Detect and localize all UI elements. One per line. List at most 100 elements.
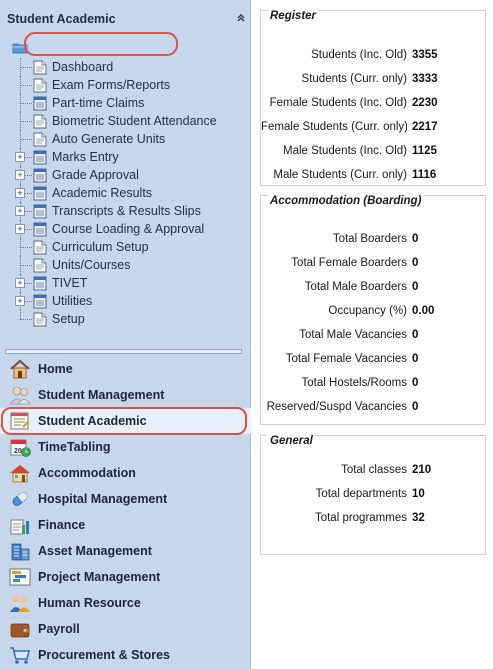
form-icon [33,150,47,165]
document-icon [33,60,47,75]
stat-row: Female Students (Inc. Old) 2230 [261,97,487,113]
module-item[interactable]: Home [0,356,251,382]
tree-item-label: Biometric Student Attendance [52,114,217,128]
module-label: Finance [38,518,86,532]
module-label: Asset Management [38,544,152,558]
form-icon [33,222,47,237]
tree-item[interactable]: Auto Generate Units [0,130,251,148]
stat-row: Male Students (Inc. Old) 1125 [261,145,487,161]
tree-item-label: Grade Approval [52,168,139,182]
tree-item-label: Setup [52,312,85,326]
tree-item[interactable]: Biometric Student Attendance [0,112,251,130]
expand-plus-icon[interactable]: + [15,188,25,198]
tree-item[interactable]: + Utilities [0,292,251,310]
module-label: TimeTabling [38,440,111,454]
document-icon [33,240,47,255]
tree-connector [20,310,21,319]
stat-label: Occupancy (%) [328,305,407,317]
accommodation-group: Accommodation (Boarding) Total Boarders 0… [260,195,486,425]
module-label: Procurement & Stores [38,648,170,662]
tree-item[interactable]: Setup [0,310,251,328]
stat-label: Total Female Vacancies [285,353,407,365]
stat-label: Male Students (Inc. Old) [283,145,407,157]
tree-item-label: Units/Courses [52,258,131,272]
stat-row: Total Female Vacancies 0 [261,353,487,369]
expand-plus-icon[interactable]: + [15,206,25,216]
stat-row: Total Male Boarders 0 [261,281,487,297]
group-title: Register [268,10,319,22]
stat-value: 10 [412,488,425,500]
stat-row: Total Hostels/Rooms 0 [261,377,487,393]
module-item[interactable]: Finance [0,512,251,538]
module-item[interactable]: Asset Management [0,538,251,564]
tree-item[interactable]: Curriculum Setup [0,238,251,256]
stat-label: Students (Curr. only) [301,73,407,85]
home-icon [9,359,31,379]
people-icon [9,593,31,613]
expand-plus-icon[interactable]: + [15,296,25,306]
tree-connector [20,247,32,248]
tree-item[interactable]: + Grade Approval [0,166,251,184]
stat-row: Students (Curr. only) 3333 [261,73,487,89]
stat-row: Occupancy (%) 0.00 [261,305,487,321]
tree-item[interactable]: + Transcripts & Results Slips [0,202,251,220]
pane-splitter[interactable] [5,349,242,354]
module-item[interactable]: Payroll [0,616,251,642]
stat-label: Male Students (Curr. only) [273,169,407,181]
group-title: General [268,435,315,447]
tree-item[interactable]: + Academic Results [0,184,251,202]
module-item[interactable]: 20 TimeTabling [0,434,251,460]
expand-plus-icon[interactable]: + [15,224,25,234]
stat-value: 2230 [412,97,438,109]
students-icon [9,385,31,405]
document-icon [33,132,47,147]
tree-item[interactable]: Exam Forms/Reports [0,76,251,94]
stat-row: Students (Inc. Old) 3355 [261,49,487,65]
expand-plus-icon[interactable]: + [15,152,25,162]
pane-title: Student Academic [7,12,116,26]
tree-item[interactable]: Units/Courses [0,256,251,274]
collapse-chevron-icon[interactable] [236,12,246,22]
module-item[interactable]: Project Management [0,564,251,590]
tree-item[interactable]: + Marks Entry [0,148,251,166]
stat-label: Total classes [341,464,407,476]
tree-item[interactable]: + Course Loading & Approval [0,220,251,238]
stat-label: Female Students (Curr. only) [261,121,407,133]
tree-item[interactable]: Part-time Claims [0,94,251,112]
stat-value: 0 [412,329,419,341]
stat-label: Total programmes [314,512,407,524]
stat-value: 210 [412,464,432,476]
tree-item-label: Course Loading & Approval [52,222,205,236]
module-item[interactable]: Human Resource [0,590,251,616]
stat-row: Reserved/Suspd Vacancies 0 [261,401,487,417]
stat-row: Total Boarders 0 [261,233,487,249]
document-icon [33,78,47,93]
stat-value: 1125 [412,145,437,157]
calendar-icon: 20 [9,437,31,457]
module-label: Project Management [38,570,161,584]
register-group: Register Students (Inc. Old) 3355 Students… [260,10,486,186]
module-item[interactable]: Hospital Management [0,486,251,512]
capsule-icon [9,489,31,509]
tree-item[interactable]: + TIVET [0,274,251,292]
stat-label: Total departments [315,488,407,500]
module-label: Student Management [38,388,165,402]
tree-item-label: Transcripts & Results Slips [52,204,201,218]
stat-value: 0 [412,257,419,269]
stat-row: Male Students (Curr. only) 1116 [261,169,487,185]
tree-item-label: Utilities [52,294,93,308]
module-item[interactable]: Accommodation [0,460,251,486]
stat-value: 3333 [412,73,438,85]
tree-item[interactable]: Dashboard [0,58,251,76]
stat-label: Students (Inc. Old) [311,49,407,61]
stat-value: 0 [412,281,419,293]
expand-plus-icon[interactable]: + [15,170,25,180]
module-item[interactable]: Procurement & Stores [0,642,251,668]
module-item[interactable]: Student Management [0,382,251,408]
form-icon [33,276,47,291]
document-icon [33,312,47,327]
stat-row: Female Students (Curr. only) 2217 [261,121,487,137]
expand-plus-icon[interactable]: + [15,278,25,288]
stat-label: Total Male Boarders [304,281,407,293]
form-icon [33,294,47,309]
